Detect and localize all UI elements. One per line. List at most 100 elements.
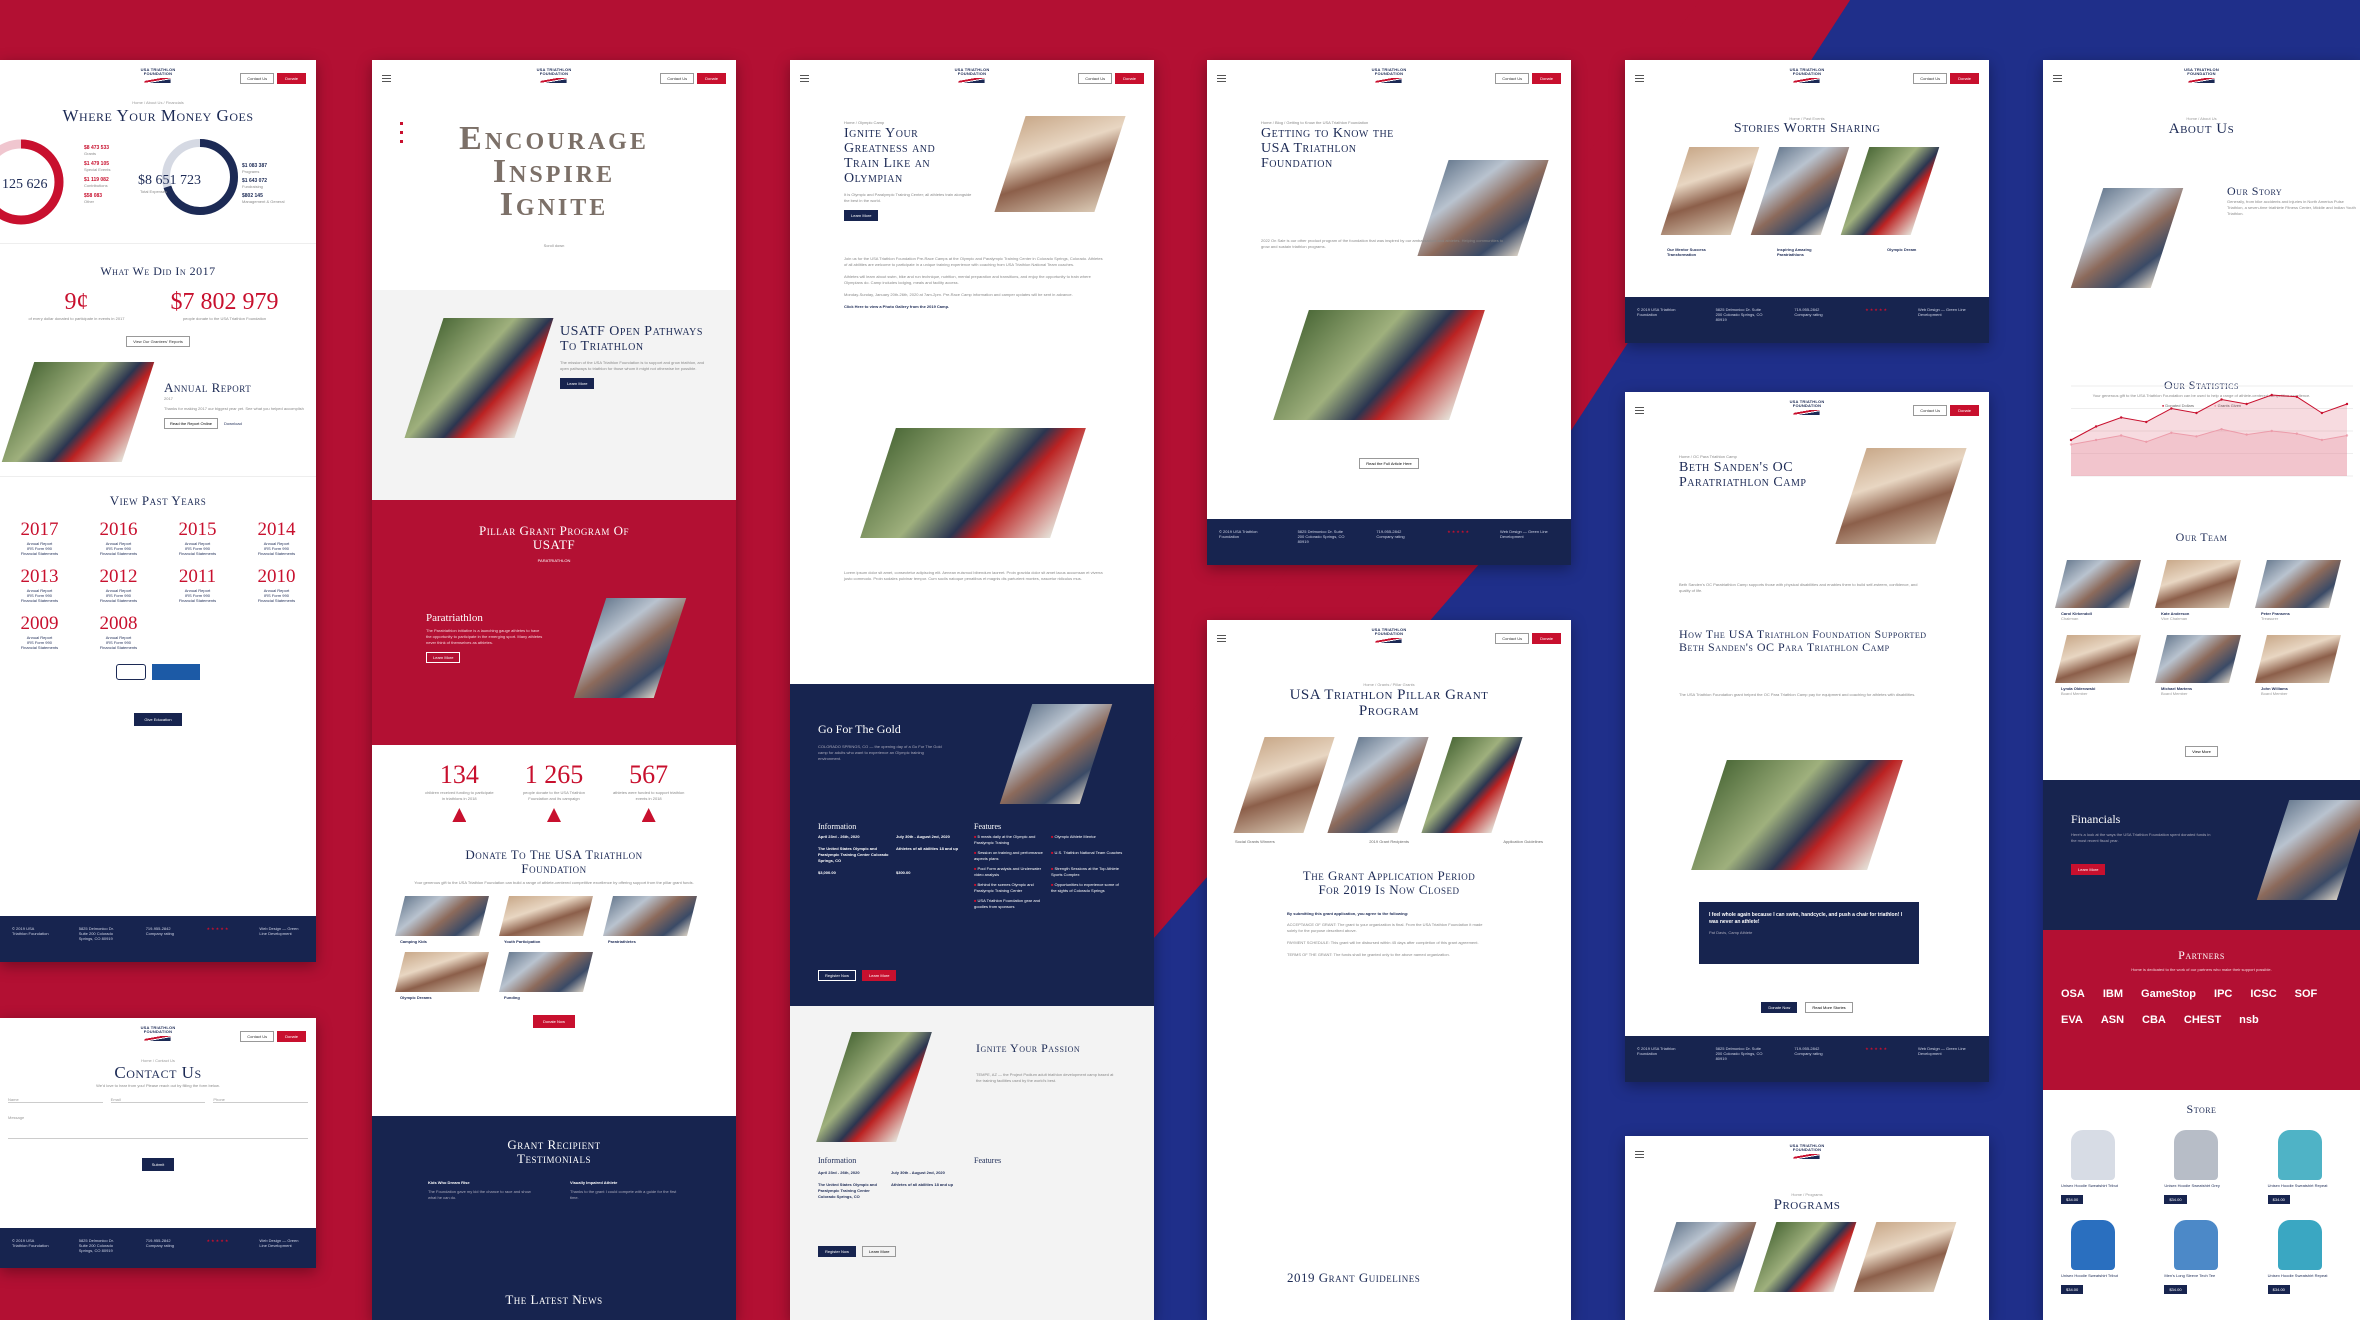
partner-logo[interactable]: ICSC xyxy=(2250,988,2276,1000)
product-card[interactable]: Unisex Hoodie Sweatshirt Repeat $34.00 xyxy=(2267,1220,2360,1296)
logo[interactable]: USA TRIATHLON FOUNDATION xyxy=(2184,67,2219,83)
passion-learn-more-button[interactable]: Learn More xyxy=(862,1246,897,1257)
donate-button[interactable]: Donate xyxy=(697,72,726,84)
year-item[interactable]: 2015 Annual Report IRS Form 990 Financial S… xyxy=(158,519,237,556)
contact-button[interactable]: Contact Us xyxy=(240,1030,275,1042)
product-card[interactable]: Men's Long Sleeve Tech Tee $34.00 xyxy=(2164,1220,2267,1296)
read-more-stories-button[interactable]: Read More Stories xyxy=(1805,1002,1853,1013)
donate-button[interactable]: Donate xyxy=(1115,72,1144,84)
partner-logo[interactable]: IPC xyxy=(2214,988,2232,1000)
passion-register-button[interactable]: Register Now xyxy=(818,1246,857,1257)
menu-icon[interactable] xyxy=(1635,1150,1644,1158)
logo[interactable]: USA TRIATHLON FOUNDATION xyxy=(537,67,572,83)
donate-button[interactable]: Donate xyxy=(1532,72,1561,84)
team-member[interactable]: Peter Fransens Treasurer xyxy=(2255,560,2360,621)
menu-icon[interactable] xyxy=(1217,74,1226,82)
partner-logo[interactable]: CHEST xyxy=(2184,1014,2221,1026)
partner-logo[interactable]: CBA xyxy=(2142,1014,2166,1026)
give-education-button[interactable]: Give Education xyxy=(134,713,182,726)
logo[interactable]: USA TRIATHLON FOUNDATION xyxy=(955,67,990,83)
partner-logo[interactable]: GameStop xyxy=(2141,988,2196,1000)
logo[interactable]: USA TRIATHLON FOUNDATION xyxy=(141,67,176,83)
donate-button[interactable]: Donate xyxy=(277,72,306,84)
read-article-button[interactable]: Read the Full Article Here xyxy=(1359,458,1419,469)
report-link[interactable]: Financial Statements xyxy=(158,551,237,556)
report-link[interactable]: Financial Statements xyxy=(237,551,316,556)
report-link[interactable]: Financial Statements xyxy=(79,645,158,650)
partner-logo[interactable]: EVA xyxy=(2061,1014,2083,1026)
register-button[interactable]: Register Now xyxy=(818,970,857,981)
menu-icon[interactable] xyxy=(1217,634,1226,642)
logo[interactable]: USA TRIATHLON FOUNDATION xyxy=(141,1025,176,1041)
read-report-button[interactable]: Read the Report Online xyxy=(164,418,219,429)
category-card[interactable]: Youth Participation xyxy=(499,896,593,944)
logo[interactable]: USA TRIATHLON FOUNDATION xyxy=(1372,627,1407,643)
contact-button[interactable]: Contact Us xyxy=(660,72,695,84)
gallery-link[interactable]: Click Here to view a Photo Gallery from … xyxy=(844,304,1104,309)
product-card[interactable]: Unisex Hoodie Sweatshirt Tribut $34.00 xyxy=(2061,1130,2164,1206)
report-link[interactable]: Financial Statements xyxy=(0,551,79,556)
team-member[interactable]: Kate Anderson Vice Chairman xyxy=(2155,560,2261,621)
menu-icon[interactable] xyxy=(382,74,391,82)
year-item[interactable]: 2008 Annual Report IRS Form 990 Financial S… xyxy=(79,613,158,650)
team-member[interactable]: Michael Martens Board Member xyxy=(2155,635,2261,696)
learn-more-button[interactable]: Learn More xyxy=(844,210,879,221)
grantee-report-button[interactable]: View Our Grantees' Reports xyxy=(126,336,190,347)
team-member[interactable]: Carol Kirkendoll Chairman xyxy=(2055,560,2161,621)
contact-button[interactable]: Contact Us xyxy=(1078,72,1113,84)
report-link[interactable]: Financial Statements xyxy=(237,598,316,603)
partner-logo[interactable]: IBM xyxy=(2103,988,2123,1000)
year-item[interactable]: 2012 Annual Report IRS Form 990 Financial S… xyxy=(79,566,158,603)
contact-button[interactable]: Contact Us xyxy=(1913,72,1948,84)
product-card[interactable]: Unisex Hoodie Sweatshirt Repeat $34.00 xyxy=(2267,1130,2360,1206)
download-link[interactable]: Download xyxy=(224,421,242,426)
email-field[interactable]: Email xyxy=(110,1097,206,1103)
category-card[interactable]: Paratriathletes xyxy=(603,896,697,944)
logo[interactable]: USA TRIATHLON FOUNDATION xyxy=(1790,67,1825,83)
menu-icon[interactable] xyxy=(1635,74,1644,82)
donate-button[interactable]: Donate xyxy=(277,1030,306,1042)
menu-icon[interactable] xyxy=(1635,406,1644,414)
view-more-team-button[interactable]: View More xyxy=(2185,746,2218,757)
category-card[interactable]: Funding xyxy=(499,952,593,1000)
submit-button[interactable]: Submit xyxy=(141,1158,175,1171)
contact-button[interactable]: Contact Us xyxy=(1495,632,1530,644)
gold-learn-more-button[interactable]: Learn More xyxy=(862,970,897,981)
usatf-learn-more-button[interactable]: Learn More xyxy=(560,378,595,389)
financials-learn-more-button[interactable]: Learn More xyxy=(2071,864,2106,875)
year-item[interactable]: 2016 Annual Report IRS Form 990 Financial S… xyxy=(79,519,158,556)
partner-logo[interactable]: OSA xyxy=(2061,988,2085,1000)
partner-logo[interactable]: SOF xyxy=(2295,988,2318,1000)
category-card[interactable]: Camping Kids xyxy=(395,896,489,944)
product-card[interactable]: Unisex Hoodie Sweatshirt Grey $34.00 xyxy=(2164,1130,2267,1206)
donate-button[interactable]: Donate xyxy=(1950,72,1979,84)
year-item[interactable]: 2017 Annual Report IRS Form 990 Financial S… xyxy=(0,519,79,556)
report-link[interactable]: Financial Statements xyxy=(0,598,79,603)
contact-button[interactable]: Contact Us xyxy=(1913,404,1948,416)
year-item[interactable]: 2009 Annual Report IRS Form 990 Financial S… xyxy=(0,613,79,650)
donate-button[interactable]: Donate xyxy=(1532,632,1561,644)
report-link[interactable]: Financial Statements xyxy=(0,645,79,650)
report-link[interactable]: Financial Statements xyxy=(79,598,158,603)
menu-icon[interactable] xyxy=(800,74,809,82)
year-item[interactable]: 2011 Annual Report IRS Form 990 Financial S… xyxy=(158,566,237,603)
para-learn-more-button[interactable]: Learn More xyxy=(426,652,461,663)
product-card[interactable]: Unisex Hoodie Sweatshirt Tribut $34.00 xyxy=(2061,1220,2164,1296)
contact-button[interactable]: Contact Us xyxy=(240,72,275,84)
partner-logo[interactable]: ASN xyxy=(2101,1014,2124,1026)
logo[interactable]: USA TRIATHLON FOUNDATION xyxy=(1372,67,1407,83)
category-card[interactable]: Olympic Dreams xyxy=(395,952,489,1000)
year-item[interactable]: 2013 Annual Report IRS Form 990 Financial S… xyxy=(0,566,79,603)
menu-icon[interactable] xyxy=(2053,74,2062,82)
team-member[interactable]: Lynda Olderowski Board Member xyxy=(2055,635,2161,696)
donate-now-button[interactable]: Donate Now xyxy=(532,1015,575,1028)
donate-button[interactable]: Donate xyxy=(1950,404,1979,416)
name-field[interactable]: Name xyxy=(8,1097,103,1103)
team-member[interactable]: John Williams Board Member xyxy=(2255,635,2360,696)
partner-logo[interactable]: nsb xyxy=(2239,1014,2259,1026)
report-link[interactable]: Financial Statements xyxy=(158,598,237,603)
donate-now-button[interactable]: Donate Now xyxy=(1761,1002,1798,1013)
year-item[interactable]: 2014 Annual Report IRS Form 990 Financial S… xyxy=(237,519,316,556)
phone-field[interactable]: Phone xyxy=(213,1097,309,1103)
logo[interactable]: USA TRIATHLON FOUNDATION xyxy=(1790,399,1825,415)
